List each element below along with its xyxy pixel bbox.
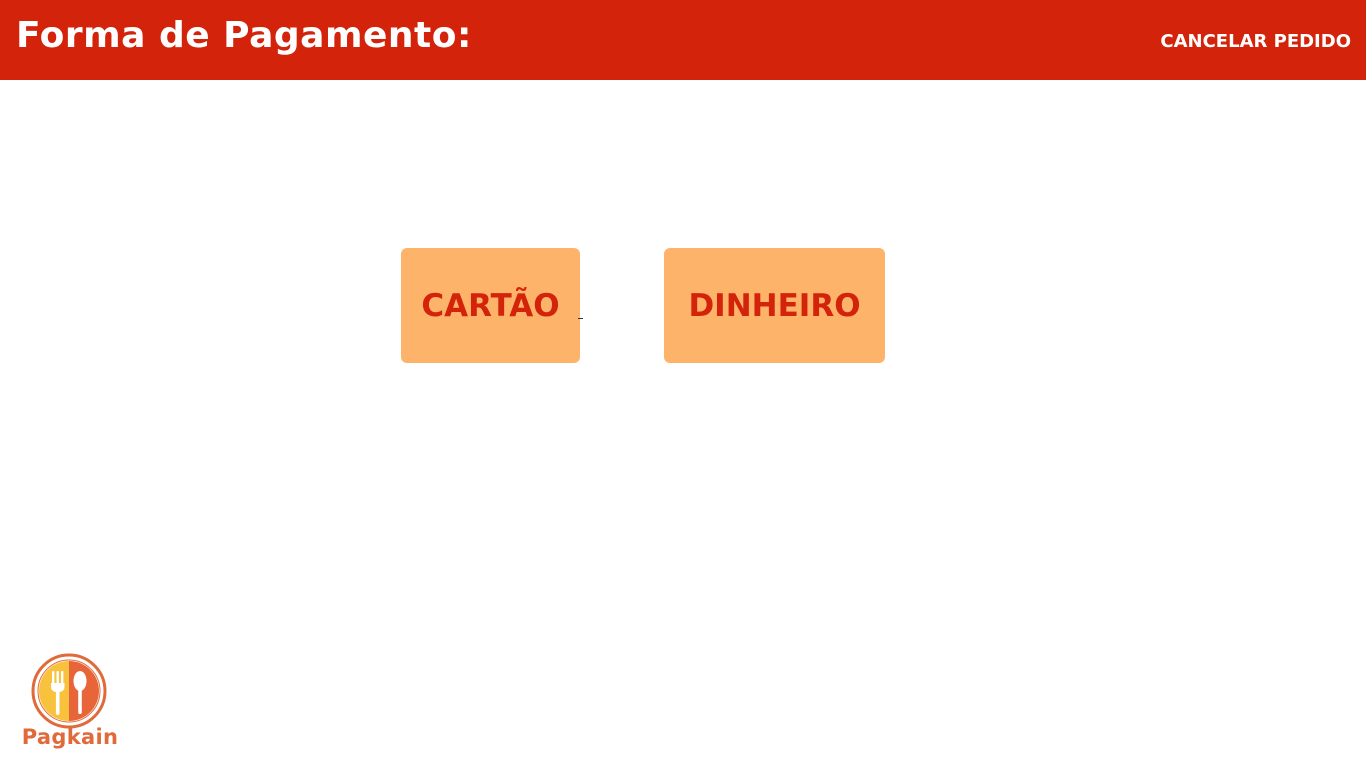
payment-card-button[interactable]: CARTÃO [401, 248, 580, 363]
logo-wordmark: Pagkain [21, 725, 119, 749]
fork-spoon-icon [31, 653, 107, 729]
pagkain-logo: Pagkain [16, 650, 124, 752]
page-title: Forma de Pagamento: [16, 15, 472, 56]
cancel-order-button[interactable]: CANCELAR PEDIDO [1160, 31, 1351, 53]
underline-artifact [578, 318, 583, 319]
payment-cash-button[interactable]: DINHEIRO [664, 248, 885, 363]
top-header-bar: Forma de Pagamento: CANCELAR PEDIDO [0, 0, 1366, 80]
